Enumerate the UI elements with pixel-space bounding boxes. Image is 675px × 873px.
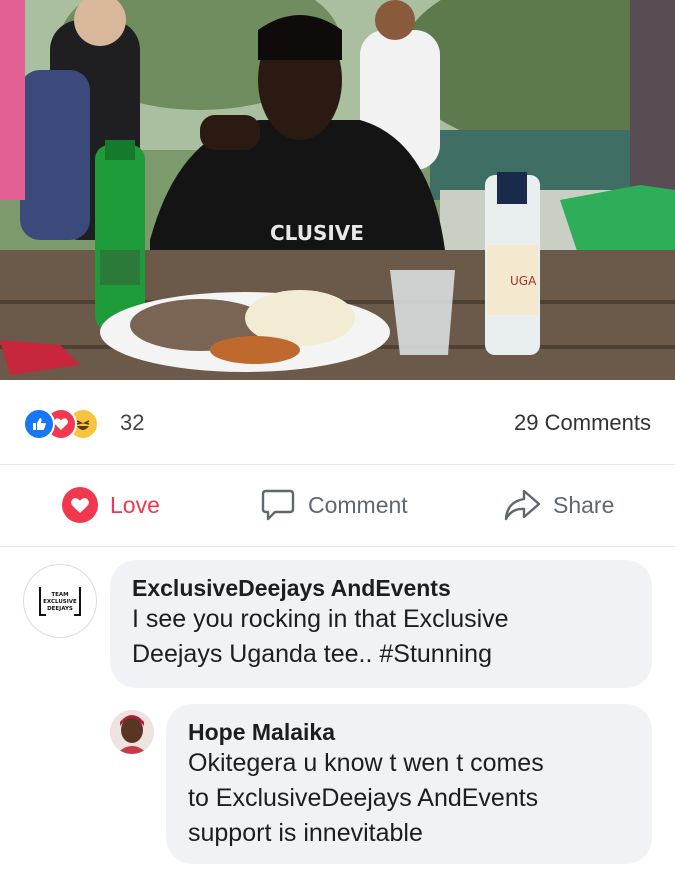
share-button-label: Share	[553, 491, 615, 518]
comment-text: I see you rocking in that Exclusive Deej…	[132, 605, 509, 668]
commenter-avatar[interactable]: TEAM EXCLUSIVE DEEJAYS	[23, 564, 97, 638]
share-arrow-icon	[504, 489, 541, 521]
comment-bubble[interactable]: ExclusiveDeejays AndEvents I see you roc…	[110, 560, 652, 688]
comment: TEAM EXCLUSIVE DEEJAYS ExclusiveDeejays …	[0, 560, 675, 700]
comment-button-label: Comment	[308, 491, 408, 518]
comment-bubble[interactable]: Hope Malaika Okitegera u know t wen t co…	[166, 704, 652, 864]
team-exclusive-deejays-logo: TEAM EXCLUSIVE DEEJAYS	[39, 587, 81, 616]
profile-photo	[110, 710, 154, 754]
logo-line-deejays: DEEJAYS	[47, 606, 73, 612]
reaction-icons[interactable]	[23, 408, 123, 440]
svg-text:UGA: UGA	[510, 274, 537, 288]
love-button-label: Love	[110, 491, 160, 518]
love-reaction-icon	[62, 487, 98, 523]
comment-button[interactable]: Comment	[260, 487, 408, 523]
logo-line-exclusive: EXCLUSIVE	[43, 599, 77, 605]
comment-icon	[261, 489, 295, 521]
comment-text: Okitegera u know t wen t comes to Exclus…	[188, 749, 544, 847]
reactions-summary: 32 29 Comments	[0, 380, 675, 464]
comment-author[interactable]: ExclusiveDeejays AndEvents	[132, 574, 630, 602]
divider	[0, 546, 675, 547]
post-photo[interactable]: CLUSIVE UGA	[0, 0, 675, 380]
love-button[interactable]: Love	[62, 487, 160, 523]
commenter-avatar[interactable]	[110, 710, 154, 754]
svg-text:CLUSIVE: CLUSIVE	[270, 221, 364, 245]
post-actions: Love Comment Share	[0, 465, 675, 545]
reaction-count[interactable]: 32	[120, 410, 144, 436]
comment-reply: Hope Malaika Okitegera u know t wen t co…	[0, 704, 675, 869]
comment-author[interactable]: Hope Malaika	[188, 718, 630, 746]
post-photo-image: CLUSIVE UGA	[0, 0, 675, 380]
logo-line-team: TEAM	[51, 592, 68, 598]
share-button[interactable]: Share	[503, 487, 614, 523]
like-icon	[23, 408, 55, 440]
comments-count-link[interactable]: 29 Comments	[514, 410, 651, 436]
